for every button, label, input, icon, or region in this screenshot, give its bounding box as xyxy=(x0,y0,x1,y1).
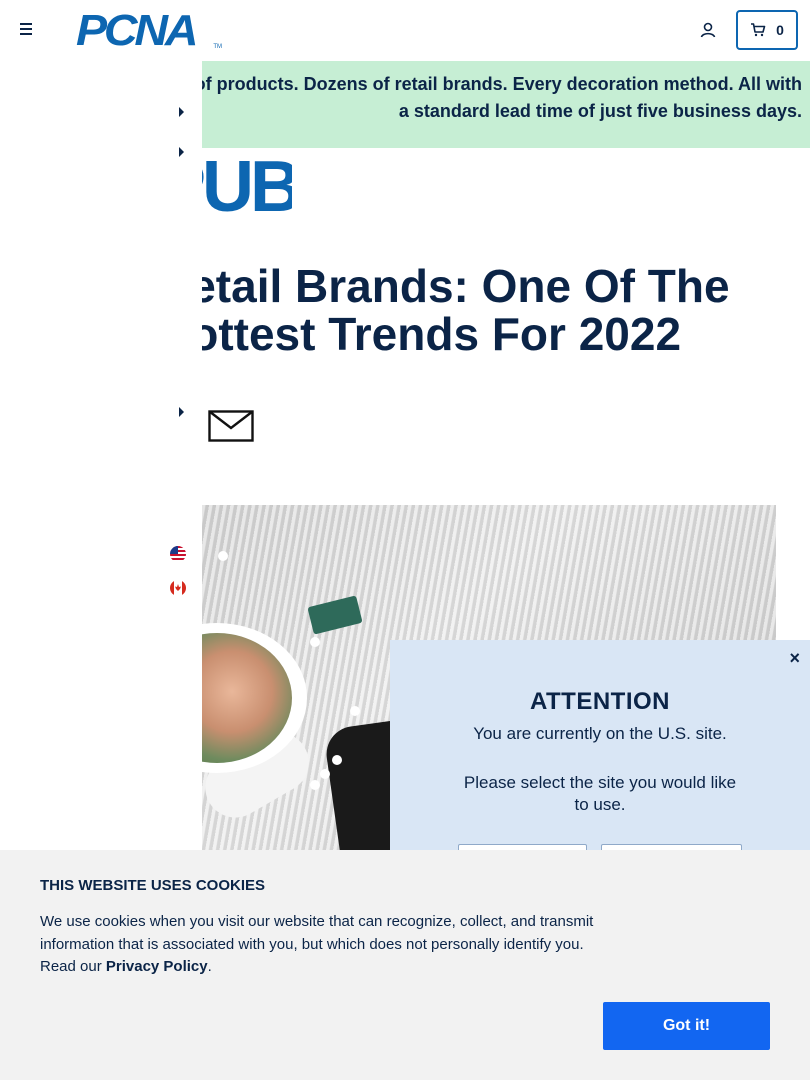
cart-count: 0 xyxy=(776,22,784,38)
site-header: PCNA TM 0 xyxy=(0,0,810,61)
close-icon[interactable]: × xyxy=(789,648,800,669)
hero-dot xyxy=(310,780,320,790)
cart-icon xyxy=(751,23,766,37)
publication-logo: PUB xyxy=(202,150,292,220)
hero-dot xyxy=(218,551,228,561)
menu-icon[interactable] xyxy=(20,23,36,37)
user-icon[interactable] xyxy=(699,21,717,39)
promo-banner-text: Thousands of products. Dozens of retail … xyxy=(202,74,802,121)
logo-trademark: TM xyxy=(213,44,222,50)
page: PCNA TM 0 Thousands of products. Dozens … xyxy=(0,0,810,1080)
cookie-title: THIS WEBSITE USES COOKIES xyxy=(40,877,266,894)
hero-dot xyxy=(350,706,360,716)
modal-title: ATTENTION xyxy=(529,688,671,715)
promo-banner: Thousands of products. Dozens of retail … xyxy=(202,61,810,148)
article-title: Retail Brands: One Of The Hottest Trends… xyxy=(202,262,810,372)
mail-icon[interactable] xyxy=(208,410,254,442)
canada-flag-icon[interactable] xyxy=(170,580,186,596)
privacy-policy-link[interactable]: Privacy Policy xyxy=(106,958,208,975)
cookie-text: We use cookies when you visit our websit… xyxy=(40,911,600,979)
hero-dot xyxy=(310,637,320,647)
modal-current-site-text: You are currently on the U.S. site. xyxy=(473,724,727,743)
nav-caret-icon[interactable] xyxy=(179,107,184,117)
article-title-text: Retail Brands: One Of The Hottest Trends… xyxy=(202,262,730,360)
cookie-text-end: . xyxy=(207,958,212,975)
hero-dot xyxy=(320,769,330,779)
site-select-modal: × ATTENTION You are currently on the U.S… xyxy=(390,640,810,874)
cookie-banner: THIS WEBSITE USES COOKIES We use cookies… xyxy=(0,850,810,1080)
hero-dot xyxy=(332,755,342,765)
modal-select-site-text: Please select the site you would like to… xyxy=(463,773,737,814)
pcna-logo[interactable]: PCNA TM xyxy=(76,9,224,53)
nav-caret-icon[interactable] xyxy=(179,147,184,157)
cookie-accept-button[interactable]: Got it! xyxy=(603,1002,770,1050)
cart-button[interactable]: 0 xyxy=(736,10,798,50)
logo-text: PCNA xyxy=(76,6,199,55)
nav-caret-icon[interactable] xyxy=(179,407,184,417)
us-flag-icon[interactable] xyxy=(170,546,186,562)
